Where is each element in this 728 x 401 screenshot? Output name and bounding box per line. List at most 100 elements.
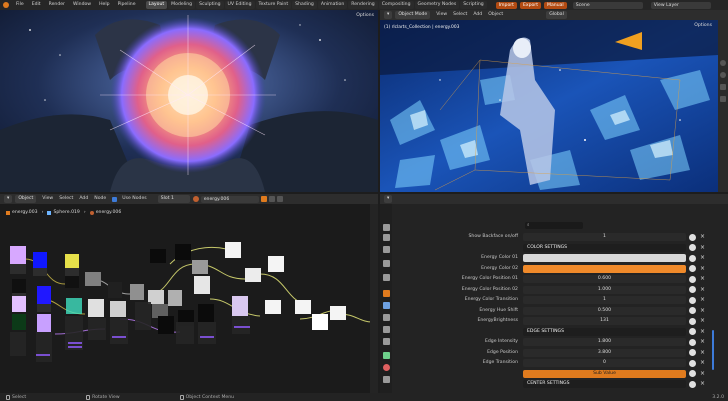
- remove-property-icon[interactable]: ×: [700, 327, 705, 337]
- property-value-field[interactable]: 1: [523, 233, 686, 241]
- color-swatch[interactable]: [523, 264, 686, 273]
- tab-rendering[interactable]: Rendering: [348, 1, 378, 9]
- menu-file[interactable]: File: [12, 0, 28, 10]
- keyframe-dot-icon[interactable]: [689, 307, 696, 314]
- node-menu-view[interactable]: View: [39, 195, 56, 203]
- material-name-field[interactable]: energy.006: [200, 195, 259, 203]
- properties-editor-type-dropdown[interactable]: ▾: [384, 195, 393, 203]
- keyframe-dot-icon[interactable]: [689, 244, 696, 251]
- right-3d-viewport[interactable]: (1) rlclarts_Collection | energy.003 Opt…: [380, 20, 718, 192]
- remove-property-icon[interactable]: ×: [700, 285, 705, 295]
- shader-type-dropdown[interactable]: Object: [15, 195, 37, 203]
- texture-tab-icon[interactable]: [383, 376, 390, 383]
- object-tab-icon[interactable]: [383, 290, 390, 297]
- property-value-field[interactable]: 1.800: [523, 338, 686, 346]
- tab-geometry-nodes[interactable]: Geometry Nodes: [414, 1, 460, 9]
- keyframe-dot-icon[interactable]: [689, 370, 696, 377]
- remove-property-icon[interactable]: ×: [700, 379, 705, 389]
- render-tab-icon[interactable]: [383, 234, 390, 241]
- ortho-icon[interactable]: [720, 96, 726, 102]
- use-nodes-checkbox[interactable]: [112, 196, 118, 202]
- property-value-field[interactable]: 3.800: [523, 348, 686, 357]
- tab-sculpting[interactable]: Sculpting: [196, 1, 224, 9]
- unlink-icon[interactable]: [276, 196, 283, 202]
- keyframe-dot-icon[interactable]: [689, 349, 696, 356]
- remove-property-icon[interactable]: ×: [700, 243, 705, 253]
- remove-property-icon[interactable]: ×: [700, 306, 705, 316]
- section-header[interactable]: COLOR SETTINGS: [523, 243, 686, 252]
- transform-orientation-dropdown[interactable]: Global: [546, 11, 567, 19]
- node-sidebar-tabs[interactable]: [370, 204, 378, 393]
- property-value-field[interactable]: 0.600: [523, 275, 686, 283]
- menu-select[interactable]: Select: [450, 11, 470, 19]
- remove-property-icon[interactable]: ×: [700, 369, 705, 379]
- fake-user-icon[interactable]: [260, 196, 267, 202]
- keyframe-dot-icon[interactable]: [689, 328, 696, 335]
- menu-view[interactable]: View: [433, 11, 450, 19]
- remove-property-icon[interactable]: ×: [700, 232, 705, 242]
- remove-property-icon[interactable]: ×: [700, 253, 705, 263]
- remove-property-icon[interactable]: ×: [700, 358, 705, 368]
- material-tab-icon[interactable]: [383, 364, 390, 371]
- slot-dropdown[interactable]: Slot 1: [157, 195, 190, 203]
- keyframe-dot-icon[interactable]: [689, 380, 696, 388]
- object-mode-dropdown[interactable]: Object Mode: [395, 11, 431, 19]
- node-menu-node[interactable]: Node: [91, 195, 109, 203]
- tab-compositing[interactable]: Compositing: [378, 1, 414, 9]
- keyframe-dot-icon[interactable]: [689, 338, 696, 346]
- left-viewport-options[interactable]: Options: [356, 13, 374, 18]
- keyframe-dot-icon[interactable]: [689, 359, 696, 367]
- modifier-tab-icon[interactable]: [383, 302, 390, 309]
- camera-icon[interactable]: [720, 84, 726, 90]
- output-tab-icon[interactable]: [383, 246, 390, 253]
- constraints-tab-icon[interactable]: [383, 338, 390, 345]
- node-editor-type-dropdown[interactable]: ▾: [4, 195, 13, 203]
- pan-icon[interactable]: [720, 72, 726, 78]
- menu-object[interactable]: Object: [485, 11, 506, 19]
- particles-tab-icon[interactable]: [383, 314, 390, 321]
- keyframe-dot-icon[interactable]: [689, 233, 696, 241]
- section-header[interactable]: EDGE SETTINGS: [523, 327, 686, 336]
- import-button[interactable]: Import: [495, 1, 517, 9]
- left-3d-viewport[interactable]: Options: [0, 10, 378, 192]
- tab-uv-editing[interactable]: UV Editing: [224, 1, 255, 9]
- menu-pipeline[interactable]: Pipeline: [114, 0, 140, 10]
- view-layer-tab-icon[interactable]: [383, 260, 390, 267]
- node-editor[interactable]: energy.003 › Sphere.019 › energy.006: [0, 204, 378, 393]
- data-tab-icon[interactable]: [383, 352, 390, 359]
- blender-logo-icon[interactable]: [3, 2, 9, 8]
- property-value-field[interactable]: 0: [523, 359, 686, 367]
- tab-animation[interactable]: Animation: [317, 1, 348, 9]
- remove-property-icon[interactable]: ×: [700, 348, 705, 358]
- property-value-field[interactable]: 131: [523, 317, 686, 325]
- menu-add[interactable]: Add: [470, 11, 485, 19]
- keyframe-dot-icon[interactable]: [689, 254, 696, 262]
- menu-help[interactable]: Help: [95, 0, 113, 10]
- remove-property-icon[interactable]: ×: [700, 337, 705, 347]
- tab-shading[interactable]: Shading: [292, 1, 317, 9]
- keyframe-dot-icon[interactable]: [689, 317, 696, 325]
- tab-layout[interactable]: Layout: [145, 1, 168, 9]
- properties-search-input[interactable]: ⌕: [525, 222, 583, 229]
- right-viewport-options[interactable]: Options: [694, 23, 712, 28]
- section-header[interactable]: CENTER SETTINGS: [523, 380, 686, 388]
- remove-property-icon[interactable]: ×: [700, 274, 705, 284]
- menu-render[interactable]: Render: [45, 0, 69, 10]
- scene-selector[interactable]: Scene: [572, 1, 643, 9]
- remove-property-icon[interactable]: ×: [700, 295, 705, 305]
- editor-type-dropdown[interactable]: ▾: [384, 11, 393, 19]
- properties-scrollbar[interactable]: [712, 330, 714, 370]
- menu-edit[interactable]: Edit: [28, 0, 45, 10]
- menu-window[interactable]: Window: [69, 0, 95, 10]
- keyframe-dot-icon[interactable]: [689, 296, 696, 304]
- property-value-field[interactable]: 0.500: [523, 306, 686, 315]
- keyframe-dot-icon[interactable]: [689, 265, 696, 272]
- tab-scripting[interactable]: Scripting: [460, 1, 487, 9]
- tool-tab-icon[interactable]: [383, 224, 390, 231]
- manual-button[interactable]: Manual: [544, 1, 567, 9]
- remove-property-icon[interactable]: ×: [700, 316, 705, 326]
- keyframe-dot-icon[interactable]: [689, 275, 696, 283]
- zoom-icon[interactable]: [720, 60, 726, 66]
- remove-property-icon[interactable]: ×: [700, 264, 705, 274]
- sub-value-bar[interactable]: Sub Value: [523, 369, 686, 378]
